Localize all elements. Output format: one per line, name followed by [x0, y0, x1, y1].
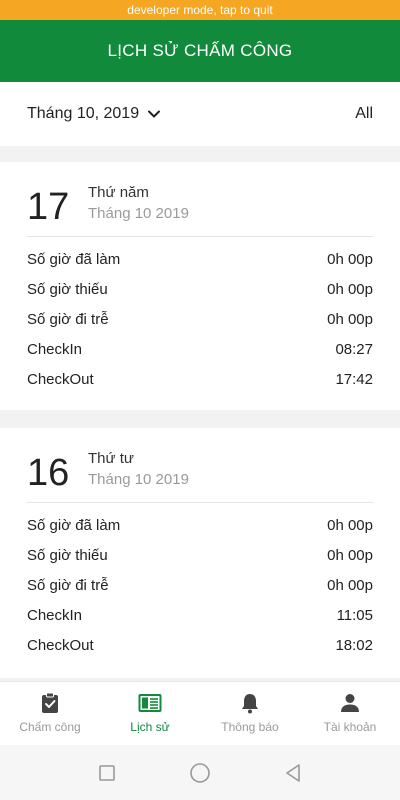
row-label: CheckIn: [27, 607, 83, 624]
tab-cham-cong[interactable]: Chấm công: [0, 682, 100, 745]
row-value: 0h 00p: [327, 577, 373, 594]
checkin-row: CheckIn 11:05: [27, 601, 373, 631]
tab-label: Lịch sử: [130, 720, 170, 734]
attendance-card: 17 Thứ năm Tháng 10 2019 Số giờ đã làm 0h…: [0, 162, 400, 410]
row-value: 18:02: [335, 637, 373, 654]
back-icon[interactable]: [281, 761, 305, 785]
attendance-card: 16 Thứ tư Tháng 10 2019 Số giờ đã làm 0h …: [0, 428, 400, 678]
month-year-label: Tháng 10 2019: [88, 471, 189, 488]
page-title: LỊCH SỬ CHẤM CÔNG: [0, 20, 400, 82]
row-label: Số giờ thiếu: [27, 547, 108, 564]
chevron-down-icon: [148, 110, 161, 118]
hours-worked-row: Số giờ đã làm 0h 00p: [27, 245, 373, 275]
checkout-row: CheckOut 18:02: [27, 631, 373, 661]
recent-apps-icon[interactable]: [95, 761, 119, 785]
hours-late-row: Số giờ đi trễ 0h 00p: [27, 571, 373, 601]
row-label: CheckOut: [27, 637, 94, 654]
card-header: 17 Thứ năm Tháng 10 2019: [27, 162, 373, 237]
row-label: Số giờ đi trễ: [27, 311, 109, 328]
month-selector-label: Tháng 10, 2019: [27, 105, 140, 122]
row-label: CheckOut: [27, 371, 94, 388]
bottom-navigation: Chấm công Lịch sử Thông báo Tài khoản: [0, 681, 400, 745]
tab-label: Chấm công: [19, 720, 81, 734]
tab-label: Thông báo: [221, 720, 279, 734]
card-header: 16 Thứ tư Tháng 10 2019: [27, 428, 373, 503]
row-value: 0h 00p: [327, 547, 373, 564]
weekday-label: Thứ năm: [88, 184, 149, 201]
row-value: 0h 00p: [327, 251, 373, 268]
tab-lich-su[interactable]: Lịch sử: [100, 682, 200, 745]
row-label: CheckIn: [27, 341, 83, 358]
month-selector[interactable]: Tháng 10, 2019: [27, 105, 161, 123]
tab-thong-bao[interactable]: Thông báo: [200, 682, 300, 745]
row-value: 0h 00p: [327, 517, 373, 534]
filter-bar: Tháng 10, 2019 All: [0, 82, 400, 146]
hours-missing-row: Số giờ thiếu 0h 00p: [27, 275, 373, 305]
tab-tai-khoan[interactable]: Tài khoản: [300, 682, 400, 745]
clipboard-check-icon: [42, 692, 58, 713]
weekday-label: Thứ tư: [88, 450, 134, 467]
hours-missing-row: Số giờ thiếu 0h 00p: [27, 541, 373, 571]
home-icon[interactable]: [188, 761, 212, 785]
row-label: Số giờ đã làm: [27, 251, 121, 268]
month-year-label: Tháng 10 2019: [88, 205, 189, 222]
bell-icon: [242, 694, 258, 714]
system-navigation-bar: [0, 745, 400, 800]
history-list-icon: [138, 694, 162, 712]
row-value: 11:05: [336, 607, 373, 624]
developer-mode-banner[interactable]: developer mode, tap to quit: [0, 0, 400, 20]
row-label: Số giờ thiếu: [27, 281, 108, 298]
person-icon: [341, 694, 359, 712]
row-value: 08:27: [335, 341, 373, 358]
day-number: 17: [27, 186, 70, 228]
day-number: 16: [27, 452, 70, 494]
row-value: 0h 00p: [327, 281, 373, 298]
row-label: Số giờ đã làm: [27, 517, 121, 534]
checkout-row: CheckOut 17:42: [27, 365, 373, 395]
row-value: 0h 00p: [327, 311, 373, 328]
row-label: Số giờ đi trễ: [27, 577, 109, 594]
all-filter-link[interactable]: All: [355, 105, 373, 123]
hours-worked-row: Số giờ đã làm 0h 00p: [27, 511, 373, 541]
hours-late-row: Số giờ đi trễ 0h 00p: [27, 305, 373, 335]
row-value: 17:42: [335, 371, 373, 388]
checkin-row: CheckIn 08:27: [27, 335, 373, 365]
tab-label: Tài khoản: [323, 720, 377, 734]
